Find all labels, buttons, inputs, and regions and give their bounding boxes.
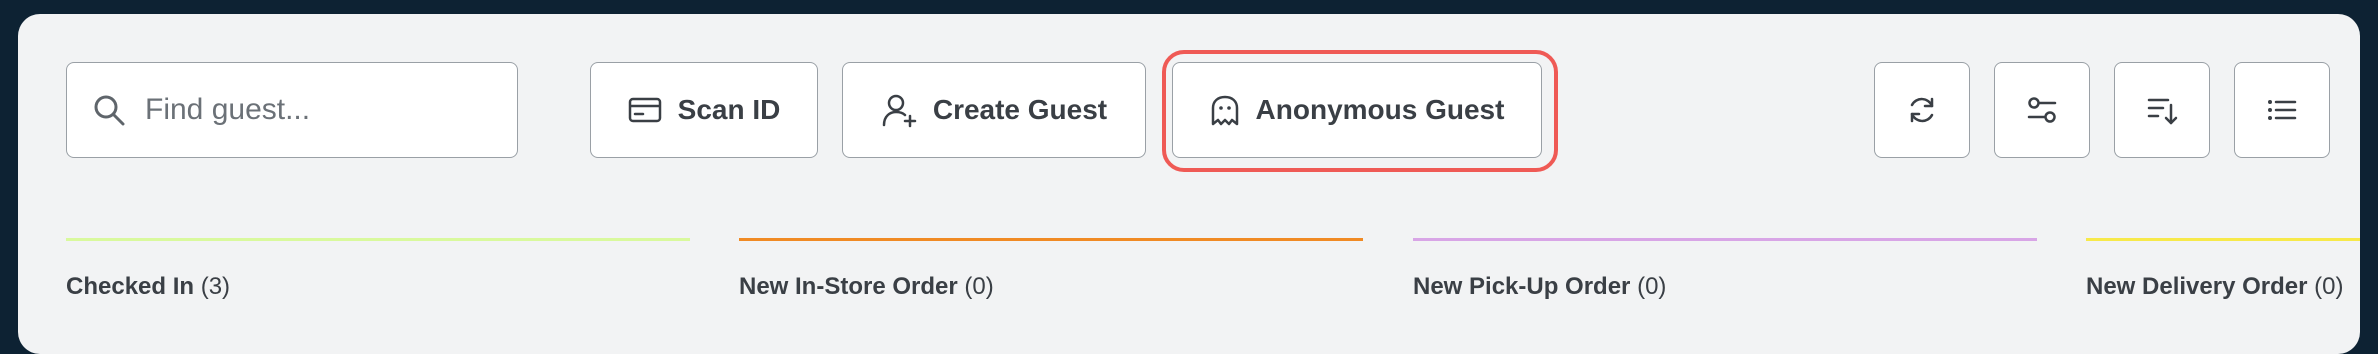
column-color-bar bbox=[66, 238, 690, 241]
id-card-icon bbox=[628, 96, 662, 124]
search-box[interactable] bbox=[66, 62, 518, 158]
main-panel: Scan ID Create Guest Anonymous Guest bbox=[18, 14, 2360, 354]
column-title: New Delivery Order (0) bbox=[2086, 273, 2344, 300]
list-view-button[interactable] bbox=[2234, 62, 2330, 158]
search-icon bbox=[93, 94, 125, 126]
refresh-button[interactable] bbox=[1874, 62, 1970, 158]
list-view-icon bbox=[2266, 94, 2298, 126]
column-color-bar bbox=[739, 238, 1363, 241]
filter-icon bbox=[2026, 94, 2058, 126]
scan-id-button[interactable]: Scan ID bbox=[590, 62, 818, 158]
sort-icon bbox=[2146, 94, 2178, 126]
column-color-bar bbox=[1413, 238, 2037, 241]
add-user-icon bbox=[881, 92, 917, 128]
anonymous-guest-label: Anonymous Guest bbox=[1255, 94, 1505, 125]
ghost-icon bbox=[1210, 94, 1240, 126]
column-new-pick-up-order: New Pick-Up Order (0) bbox=[1413, 238, 2037, 301]
toolbar: Scan ID Create Guest Anonymous Guest bbox=[66, 50, 2330, 172]
create-guest-button[interactable]: Create Guest bbox=[842, 62, 1146, 158]
column-new-delivery-order: New Delivery Order (0) bbox=[2086, 238, 2360, 301]
search-input[interactable] bbox=[143, 92, 477, 128]
refresh-icon bbox=[1906, 94, 1938, 126]
scan-id-label: Scan ID bbox=[677, 94, 781, 125]
column-new-in-store-order: New In-Store Order (0) bbox=[739, 238, 1363, 301]
column-color-bar bbox=[2086, 238, 2360, 241]
create-guest-label: Create Guest bbox=[932, 94, 1108, 125]
filter-button[interactable] bbox=[1994, 62, 2090, 158]
column-title: New In-Store Order (0) bbox=[739, 273, 994, 300]
sort-button[interactable] bbox=[2114, 62, 2210, 158]
column-title: New Pick-Up Order (0) bbox=[1413, 273, 1667, 300]
column-title: Checked In (3) bbox=[66, 273, 231, 300]
anonymous-guest-button[interactable]: Anonymous Guest bbox=[1172, 62, 1542, 158]
column-checked-in: Checked In (3) bbox=[66, 238, 690, 301]
